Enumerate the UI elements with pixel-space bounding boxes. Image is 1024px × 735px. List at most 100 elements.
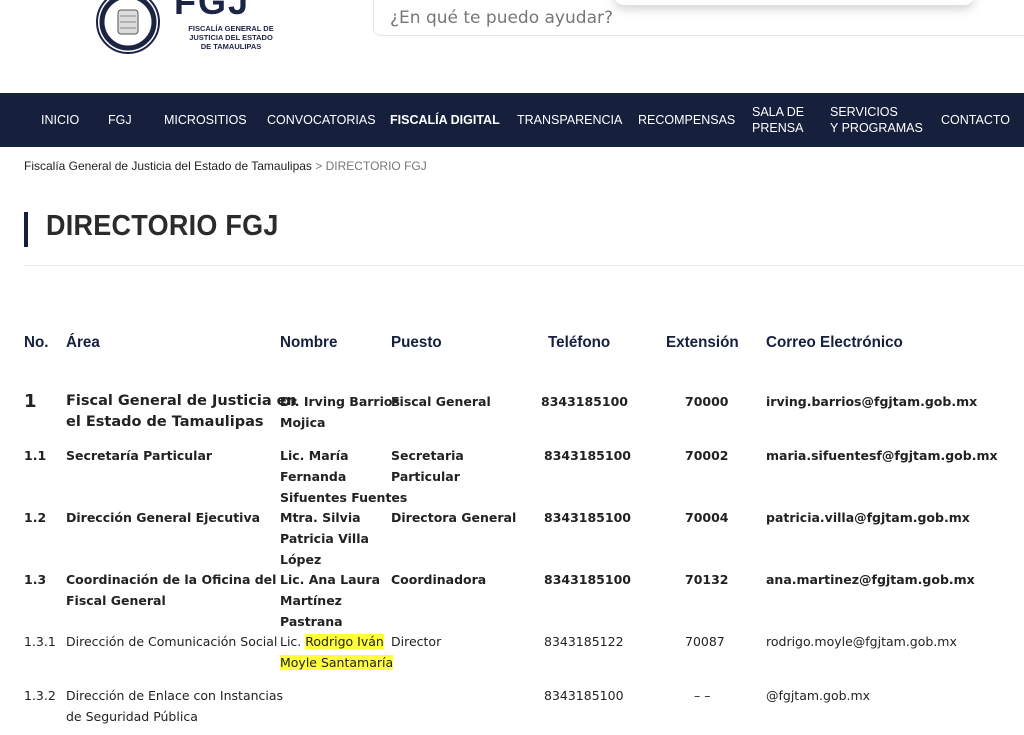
col-header-area: Área bbox=[66, 334, 100, 351]
logo-line-2: JUSTICIA DEL ESTADO bbox=[189, 33, 273, 42]
area-line: el Estado de Tamaulipas bbox=[66, 414, 264, 430]
row-nombre: Mtra. Silvia Patricia Villa López bbox=[280, 507, 369, 570]
nav-sala-de-prensa[interactable]: SALA DE PRENSA bbox=[752, 93, 804, 147]
nav-inicio[interactable]: INICIO bbox=[41, 93, 79, 147]
nav-micrositios[interactable]: MICROSITIOS bbox=[164, 93, 247, 147]
row-no: 1.2 bbox=[24, 510, 47, 525]
puesto-line: Particular bbox=[391, 469, 460, 484]
page-title: DIRECTORIO FGJ bbox=[46, 210, 279, 242]
row-correo[interactable]: patricia.villa@fgjtam.gob.mx bbox=[766, 507, 970, 528]
row-area: Dirección General Ejecutiva bbox=[66, 507, 260, 528]
nombre-line: Fernanda bbox=[280, 469, 347, 484]
breadcrumb-root-link[interactable]: Fiscalía General de Justicia del Estado … bbox=[24, 159, 312, 173]
nombre-line: Patricia Villa bbox=[280, 531, 369, 546]
fgj-logo[interactable]: FGJ FISCALÍA GENERAL DE JUSTICIA DEL EST… bbox=[96, 0, 276, 58]
row-telefono: 8343185100 bbox=[541, 394, 628, 409]
nav-transparencia[interactable]: TRANSPARENCIA bbox=[517, 93, 622, 147]
breadcrumb-separator: > bbox=[315, 159, 323, 173]
puesto-line: Coordinadora bbox=[391, 572, 487, 587]
puesto-line: Directora General bbox=[391, 510, 517, 525]
nombre-line: Lic. Ana Laura bbox=[280, 572, 381, 587]
area-line: Coordinación de la Oficina del bbox=[66, 572, 277, 587]
area-line: Dirección de Comunicación Social bbox=[66, 634, 278, 649]
nav-fgj[interactable]: FGJ bbox=[108, 93, 132, 147]
col-header-puesto: Puesto bbox=[391, 334, 442, 351]
nombre-line: Lic. María bbox=[280, 448, 349, 463]
nombre-prefix: Lic. bbox=[280, 634, 302, 649]
row-extension: – – bbox=[694, 688, 711, 703]
nav-convocatorias[interactable]: CONVOCATORIAS bbox=[267, 93, 376, 147]
row-no: 1.3.2 bbox=[24, 688, 56, 703]
nombre-line: Mtra. Silvia bbox=[280, 510, 361, 525]
row-nombre: Lic. Rodrigo Iván Moyle Santamaría bbox=[280, 631, 394, 673]
row-puesto: Coordinadora bbox=[391, 569, 486, 590]
nombre-line: Dr. Irving Barrios bbox=[280, 394, 400, 409]
logo-line-1: FISCALÍA GENERAL DE bbox=[188, 24, 274, 33]
nombre-line: Martínez bbox=[280, 593, 342, 608]
row-puesto: Director bbox=[391, 631, 441, 652]
row-telefono: 8343185100 bbox=[544, 688, 624, 703]
title-accent-bar bbox=[24, 212, 28, 247]
breadcrumb: Fiscalía General de Justicia del Estado … bbox=[24, 159, 427, 173]
nombre-line: Sifuentes Fuentes bbox=[280, 490, 408, 505]
row-puesto: Fiscal General bbox=[391, 391, 491, 412]
search-input[interactable] bbox=[388, 3, 872, 33]
row-extension: 70132 bbox=[685, 572, 729, 587]
row-telefono: 8343185100 bbox=[544, 448, 631, 463]
area-line: Fiscal General bbox=[66, 593, 166, 608]
row-area: Dirección de Enlace con Instancias de Se… bbox=[66, 685, 283, 727]
col-header-no: No. bbox=[24, 334, 49, 351]
row-area: Dirección de Comunicación Social bbox=[66, 631, 277, 652]
col-header-telefono: Teléfono bbox=[548, 334, 611, 351]
area-line: Secretaría Particular bbox=[66, 448, 213, 463]
nombre-highlighted: Rodrigo Iván bbox=[305, 634, 384, 649]
row-nombre: Lic. María Fernanda Sifuentes Fuentes bbox=[280, 445, 407, 508]
nav-servicios-y-programas[interactable]: SERVICIOS Y PROGRAMAS bbox=[830, 93, 923, 147]
nav-contacto[interactable]: CONTACTO bbox=[941, 93, 1010, 147]
row-correo[interactable]: maria.sifuentesf@fgjtam.gob.mx bbox=[766, 445, 998, 466]
row-area: Secretaría Particular bbox=[66, 445, 212, 466]
title-divider bbox=[24, 265, 1024, 266]
logo-text: FISCALÍA GENERAL DE JUSTICIA DEL ESTADO … bbox=[176, 24, 286, 51]
breadcrumb-current: DIRECTORIO FGJ bbox=[325, 159, 427, 173]
row-extension: 70000 bbox=[685, 394, 729, 409]
nombre-line: Pastrana bbox=[280, 614, 343, 629]
nombre-line: López bbox=[280, 552, 322, 567]
area-line: Fiscal General de Justicia en bbox=[66, 393, 297, 409]
main-nav: INICIO FGJ MICROSITIOS CONVOCATORIAS FIS… bbox=[0, 93, 1024, 147]
puesto-line: Director bbox=[391, 634, 442, 649]
row-no: 1 bbox=[24, 391, 37, 412]
row-correo[interactable]: @fgjtam.gob.mx bbox=[766, 685, 870, 706]
nav-fiscalia-digital[interactable]: FISCALÍA DIGITAL bbox=[390, 93, 500, 147]
puesto-line: Secretaria bbox=[391, 448, 464, 463]
row-telefono: 8343185122 bbox=[544, 634, 624, 649]
area-line: Dirección General Ejecutiva bbox=[66, 510, 261, 525]
nav-recompensas[interactable]: RECOMPENSAS bbox=[638, 93, 735, 147]
row-no: 1.3.1 bbox=[24, 634, 56, 649]
row-correo[interactable]: ana.martinez@fgjtam.gob.mx bbox=[766, 569, 975, 590]
site-header: FGJ FISCALÍA GENERAL DE JUSTICIA DEL EST… bbox=[0, 0, 1024, 93]
nombre-highlighted: Moyle Santamaría bbox=[280, 655, 394, 670]
row-extension: 70087 bbox=[685, 634, 725, 649]
row-no: 1.1 bbox=[24, 448, 47, 463]
row-extension: 70004 bbox=[685, 510, 729, 525]
col-header-correo: Correo Electrónico bbox=[766, 334, 903, 351]
row-no: 1.3 bbox=[24, 572, 47, 587]
row-nombre: Dr. Irving Barrios Mojica bbox=[280, 391, 400, 433]
row-area: Fiscal General de Justicia en el Estado … bbox=[66, 391, 297, 433]
search-box[interactable] bbox=[373, 0, 1024, 36]
state-seal-icon bbox=[96, 0, 160, 54]
search-suggestions-shadow bbox=[614, 0, 974, 5]
row-telefono: 8343185100 bbox=[544, 572, 631, 587]
row-area: Coordinación de la Oficina del Fiscal Ge… bbox=[66, 569, 276, 611]
col-header-nombre: Nombre bbox=[280, 334, 338, 351]
area-line: Dirección de Enlace con Instancias bbox=[66, 688, 284, 703]
logo-mark: FGJ bbox=[174, 0, 251, 22]
row-correo[interactable]: irving.barrios@fgjtam.gob.mx bbox=[766, 391, 977, 412]
nombre-line: Mojica bbox=[280, 415, 326, 430]
row-correo[interactable]: rodrigo.moyle@fgjtam.gob.mx bbox=[766, 631, 957, 652]
logo-line-3: DE TAMAULIPAS bbox=[200, 42, 262, 51]
puesto-line: Fiscal General bbox=[391, 394, 491, 409]
col-header-extension: Extensión bbox=[666, 334, 739, 351]
area-line: de Seguridad Pública bbox=[66, 709, 198, 724]
